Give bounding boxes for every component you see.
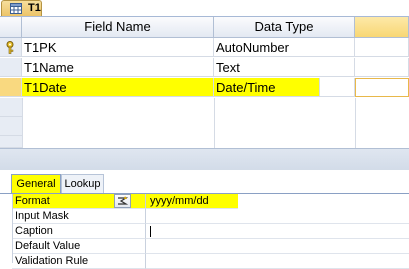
data-type-cell[interactable]: AutoNumber	[214, 38, 355, 57]
description-cell[interactable]	[355, 38, 409, 57]
field-row[interactable]: T1PK AutoNumber	[0, 38, 409, 57]
row-selector[interactable]	[0, 78, 22, 97]
data-type-cell[interactable]: Date/Time	[214, 78, 320, 97]
input-mask-value[interactable]	[146, 209, 409, 224]
object-tab-strip	[0, 0, 409, 17]
property-row-default-value[interactable]: Default Value	[0, 239, 409, 254]
grid-line	[22, 98, 23, 148]
field-name-cell[interactable]: T1Name	[22, 58, 214, 77]
property-row-validation-rule[interactable]: Validation Rule	[0, 254, 409, 269]
grid-line	[214, 98, 215, 148]
property-row-input-mask[interactable]: Input Mask	[0, 209, 409, 224]
field-name-cell[interactable]: T1PK	[22, 38, 214, 57]
row-selector[interactable]	[0, 98, 22, 117]
primary-key-icon	[6, 41, 14, 54]
data-type-header[interactable]: Data Type	[214, 17, 355, 38]
build-button-icon[interactable]	[114, 194, 131, 208]
row-selector[interactable]	[0, 38, 22, 57]
tab-t1[interactable]: T1	[1, 0, 42, 16]
text-caret	[150, 226, 151, 237]
property-label: Validation Rule	[12, 254, 146, 269]
property-row-format[interactable]: Format yyyy/mm/dd	[0, 194, 409, 209]
row-selector[interactable]	[0, 117, 22, 136]
property-label: Input Mask	[12, 209, 146, 224]
property-label: Caption	[12, 224, 146, 239]
table-icon	[10, 3, 22, 14]
field-name-cell[interactable]: T1Date	[22, 78, 214, 97]
pane-splitter[interactable]	[0, 148, 409, 171]
row-selector[interactable]	[0, 136, 22, 148]
format-value[interactable]: yyyy/mm/dd	[146, 194, 238, 209]
description-cell[interactable]	[355, 58, 409, 77]
field-row[interactable]: T1Name Text	[0, 58, 409, 77]
description-header[interactable]	[355, 17, 409, 38]
tab-general[interactable]: General	[11, 174, 61, 193]
tab-lookup[interactable]: Lookup	[61, 174, 104, 193]
data-type-cell[interactable]: Text	[214, 58, 355, 77]
property-row-caption[interactable]: Caption	[0, 224, 409, 239]
caption-value[interactable]	[146, 224, 409, 239]
row-selector-header[interactable]	[0, 17, 22, 38]
property-grid-border	[12, 194, 13, 263]
description-cell[interactable]	[355, 78, 409, 97]
field-row-selected[interactable]: T1Date Date/Time	[0, 78, 409, 97]
field-name-header[interactable]: Field Name	[22, 17, 214, 38]
data-type-dropdown-area[interactable]	[320, 78, 355, 97]
row-selector[interactable]	[0, 58, 22, 77]
grid-line	[355, 98, 356, 148]
validation-rule-value[interactable]	[146, 254, 409, 269]
property-label: Default Value	[12, 239, 146, 254]
default-value-value[interactable]	[146, 239, 409, 254]
tab-label: T1	[28, 2, 41, 14]
